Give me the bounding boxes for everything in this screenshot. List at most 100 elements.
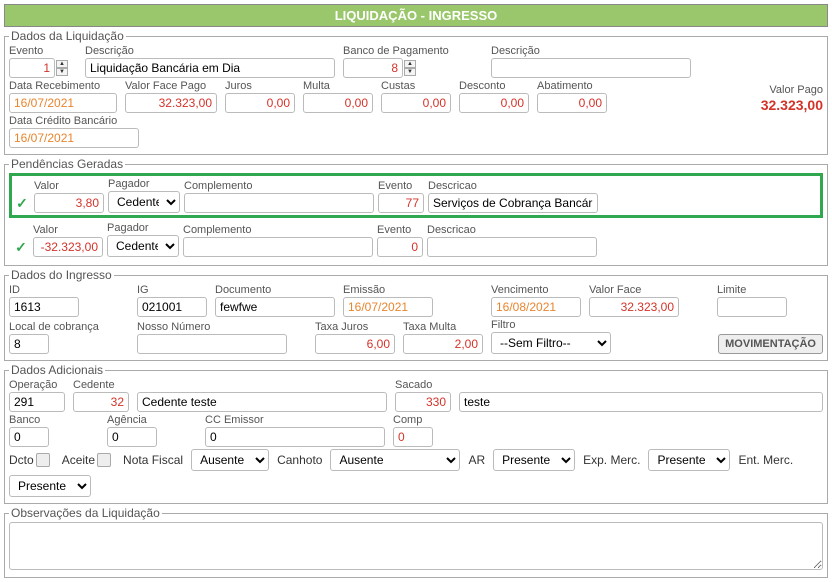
pend-complemento-input[interactable] [183,237,373,257]
observacoes-textarea[interactable] [9,522,823,570]
aceite-label: Aceite [62,453,95,467]
banco-input[interactable] [9,427,49,447]
valor-face-pago-input[interactable] [125,93,217,113]
evento-input[interactable] [9,58,55,78]
data-cred-input[interactable] [9,128,139,148]
filtro-label: Filtro [491,319,611,331]
abatimento-input[interactable] [537,93,607,113]
pend-complemento-input[interactable] [184,193,374,213]
pendencia-row: ✓ Valor PagadorCedente Complemento Event… [9,173,823,218]
movimentacao-button[interactable]: MOVIMENTAÇÃO [718,334,823,354]
pend-descricao-label: Descricao [428,180,598,192]
dados-liquidacao: Dados da Liquidação Evento ▲▼ Descrição … [4,29,828,155]
pend-evento-label: Evento [378,180,424,192]
chevron-up-icon[interactable]: ▲ [56,60,68,68]
pend-evento-label: Evento [377,224,423,236]
chevron-down-icon[interactable]: ▼ [56,68,68,76]
chevron-down-icon[interactable]: ▼ [404,68,416,76]
custas-input[interactable] [381,93,451,113]
banco-pag-input[interactable] [343,58,403,78]
aceite-checkbox[interactable]: Aceite [62,453,111,467]
agencia-input[interactable] [107,427,157,447]
page-title: LIQUIDAÇÃO - INGRESSO [4,4,828,27]
operacao-input[interactable] [9,392,65,412]
valor-face-input[interactable] [589,297,679,317]
ar-select[interactable]: Presente [493,449,575,471]
agencia-label: Agência [107,414,197,426]
comp-input[interactable] [393,427,433,447]
custas-label: Custas [381,80,451,92]
limite-input[interactable] [717,297,787,317]
exp-label: Exp. Merc. [583,453,640,467]
chevron-up-icon[interactable]: ▲ [404,60,416,68]
legend-liquidacao: Dados da Liquidação [9,29,126,43]
cc-input[interactable] [205,427,385,447]
banco-pag-label: Banco de Pagamento [343,45,483,57]
id-input[interactable] [9,297,79,317]
exp-select[interactable]: Presente [648,449,730,471]
juros-input[interactable] [225,93,295,113]
nosso-num-label: Nosso Número [137,321,287,333]
ig-input[interactable] [137,297,207,317]
legend-observacoes: Observações da Liquidação [9,506,162,520]
pend-evento-input[interactable] [378,193,424,213]
juros-label: Juros [225,80,295,92]
dados-ingresso: Dados do Ingresso ID IG Documento Emissã… [4,268,828,361]
documento-label: Documento [215,284,335,296]
pend-valor-input[interactable] [34,193,104,213]
pend-descricao-input[interactable] [427,237,597,257]
check-icon[interactable]: ✓ [13,239,29,255]
vencimento-input[interactable] [491,297,581,317]
check-icon[interactable]: ✓ [14,195,30,211]
valor-pago-value: 32.323,00 [615,97,823,113]
banco-label: Banco [9,414,99,426]
cc-label: CC Emissor [205,414,385,426]
nota-fiscal-label: Nota Fiscal [123,453,183,467]
ar-label: AR [468,453,485,467]
desconto-input[interactable] [459,93,529,113]
pend-pagador-label: Pagador [107,222,179,234]
sacado-desc-input[interactable] [459,392,823,412]
descricao-input[interactable] [85,58,335,78]
emissao-label: Emissão [343,284,433,296]
pend-complemento-label: Complemento [183,224,373,236]
data-receb-input[interactable] [9,93,117,113]
observacoes-liquidacao: Observações da Liquidação [4,506,828,578]
valor-face-pago-label: Valor Face Pago [125,80,217,92]
sacado-label: Sacado [395,379,451,391]
documento-input[interactable] [215,297,335,317]
legend-adicionais: Dados Adicionais [9,363,105,377]
cedente-desc-input[interactable] [137,392,387,412]
taxa-multa-label: Taxa Multa [403,321,483,333]
descricao2-input[interactable] [491,58,691,78]
pend-valor-input[interactable] [33,237,103,257]
evento-stepper[interactable]: ▲▼ [56,60,68,76]
multa-input[interactable] [303,93,373,113]
operacao-label: Operação [9,379,65,391]
dcto-checkbox[interactable]: Dcto [9,453,50,467]
desconto-label: Desconto [459,80,529,92]
banco-stepper[interactable]: ▲▼ [404,60,416,76]
descricao-label: Descrição [85,45,335,57]
ig-label: IG [137,284,207,296]
pend-evento-input[interactable] [377,237,423,257]
nota-fiscal-select[interactable]: Ausente [191,449,269,471]
pend-pagador-select[interactable]: Cedente [107,235,179,257]
local-cob-input[interactable] [9,334,49,354]
taxa-juros-input[interactable] [315,334,395,354]
valor-pago-label: Valor Pago [615,84,823,96]
sacado-input[interactable] [395,392,451,412]
pend-complemento-label: Complemento [184,180,374,192]
legend-ingresso: Dados do Ingresso [9,268,114,282]
nosso-num-input[interactable] [137,334,287,354]
taxa-multa-input[interactable] [403,334,483,354]
dcto-label: Dcto [9,453,34,467]
pend-descricao-input[interactable] [428,193,598,213]
canhoto-select[interactable]: Ausente [330,449,460,471]
filtro-select[interactable]: --Sem Filtro-- [491,332,611,354]
ent-select[interactable]: Presente [9,475,91,497]
cedente-input[interactable] [73,392,129,412]
pend-descricao-label: Descricao [427,224,597,236]
emissao-input[interactable] [343,297,433,317]
pend-pagador-select[interactable]: Cedente [108,191,180,213]
